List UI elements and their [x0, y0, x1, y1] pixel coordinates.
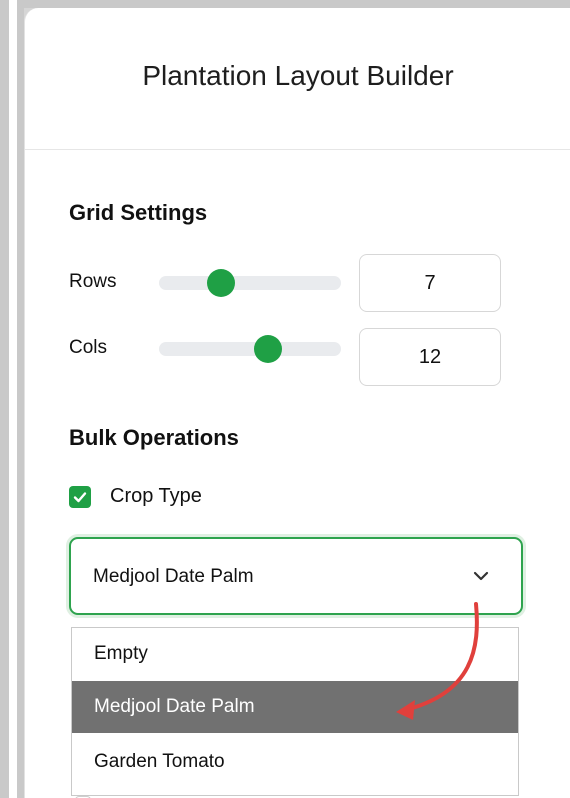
grid-settings-heading: Grid Settings: [69, 200, 208, 225]
crop-type-label[interactable]: Crop Type: [110, 485, 202, 508]
cols-label: Cols: [69, 337, 108, 358]
bulk-operations-heading: Bulk Operations: [69, 425, 239, 450]
crop-type-checkbox[interactable]: [69, 486, 91, 508]
crop-type-select-value: Medjool Date Palm: [93, 566, 254, 587]
window-frame-top: [0, 0, 570, 8]
rows-input[interactable]: 7: [359, 254, 501, 312]
chevron-down-icon: [473, 571, 489, 581]
builder-panel: Plantation Layout Builder Grid Settings …: [24, 8, 570, 798]
dropdown-option-garden-tomato[interactable]: Garden Tomato: [72, 736, 518, 788]
checkmark-icon: [73, 492, 87, 503]
cols-slider-thumb[interactable]: [254, 335, 283, 363]
cols-input[interactable]: 12: [359, 328, 501, 386]
rows-label: Rows: [69, 271, 117, 292]
rows-slider[interactable]: [159, 269, 341, 297]
panel-header: Plantation Layout Builder: [25, 8, 570, 150]
cols-slider[interactable]: [159, 335, 341, 363]
annotation-arrow-icon: [396, 602, 479, 720]
window-frame-left: [0, 0, 24, 798]
panel-title: Plantation Layout Builder: [142, 60, 454, 91]
rows-slider-thumb[interactable]: [206, 269, 235, 297]
